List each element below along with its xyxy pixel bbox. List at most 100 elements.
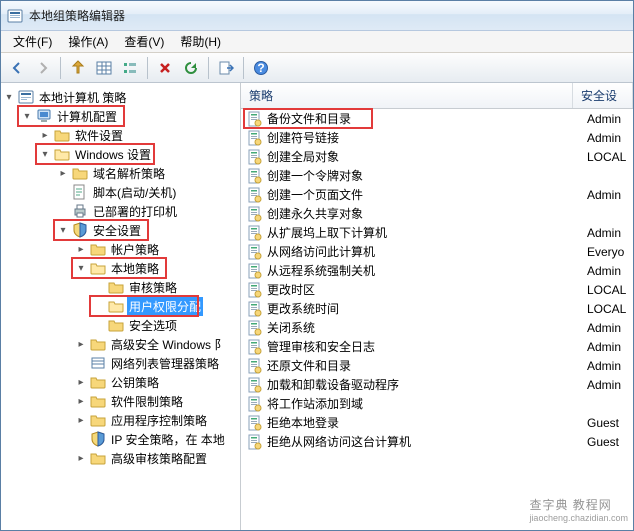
expand-icon[interactable]: ▸	[75, 243, 87, 255]
policy-security: Admin	[581, 359, 633, 373]
list-row[interactable]: 创建一个页面文件 Admin	[241, 185, 633, 204]
node-icon	[72, 203, 88, 219]
policy-name: 更改时区	[267, 281, 315, 298]
policy-security: Admin	[581, 340, 633, 354]
node-icon	[90, 393, 106, 409]
expand-icon[interactable]: ▾	[39, 148, 51, 160]
list-row[interactable]: 创建永久共享对象	[241, 204, 633, 223]
policy-security: Admin	[581, 378, 633, 392]
policy-icon	[247, 396, 263, 412]
expand-icon[interactable]: ▾	[3, 91, 15, 103]
policy-icon	[247, 187, 263, 203]
list-row[interactable]: 拒绝本地登录 Guest	[241, 413, 633, 432]
tree-node[interactable]: ▾ Windows 设置	[39, 145, 240, 163]
tree-node[interactable]: ▸ 软件限制策略	[75, 392, 240, 410]
tree-node[interactable]: 脚本(启动/关机)	[57, 183, 240, 201]
node-icon	[108, 298, 124, 314]
list-row[interactable]: 管理审核和安全日志 Admin	[241, 337, 633, 356]
list-row[interactable]: 关闭系统 Admin	[241, 318, 633, 337]
table-view-button[interactable]	[92, 56, 116, 80]
list-row[interactable]: 更改系统时间 LOCAL	[241, 299, 633, 318]
list-row[interactable]: 从远程系统强制关机 Admin	[241, 261, 633, 280]
expand-icon	[57, 186, 69, 198]
list-row[interactable]: 更改时区 LOCAL	[241, 280, 633, 299]
tree-node[interactable]: 审核策略	[93, 278, 240, 296]
expand-icon	[57, 205, 69, 217]
list-row[interactable]: 从扩展坞上取下计算机 Admin	[241, 223, 633, 242]
policy-name: 关闭系统	[267, 319, 315, 336]
policy-icon	[247, 339, 263, 355]
tree-node[interactable]: 网络列表管理器策略	[75, 354, 240, 372]
policy-icon	[247, 244, 263, 260]
refresh-button[interactable]	[179, 56, 203, 80]
tree-node[interactable]: ▸ 高级审核策略配置	[75, 449, 240, 467]
menu-view[interactable]: 查看(V)	[116, 31, 172, 52]
policy-security: Admin	[581, 264, 633, 278]
tree-node[interactable]: ▸ 域名解析策略	[57, 164, 240, 182]
policy-icon	[247, 320, 263, 336]
policy-name: 加载和卸载设备驱动程序	[267, 376, 399, 393]
svg-text:?: ?	[257, 61, 264, 75]
tree-node[interactable]: 用户权限分配	[93, 297, 240, 315]
delete-button[interactable]	[153, 56, 177, 80]
tree-label: 应用程序控制策略	[109, 411, 209, 430]
node-icon	[54, 127, 70, 143]
list-row[interactable]: 将工作站添加到域	[241, 394, 633, 413]
expand-icon[interactable]: ▾	[21, 110, 33, 122]
tree-node[interactable]: ▸ 公钥策略	[75, 373, 240, 391]
forward-button[interactable]	[31, 56, 55, 80]
policy-security: LOCAL	[581, 150, 633, 164]
column-security[interactable]: 安全设	[573, 83, 633, 108]
list-row[interactable]: 从网络访问此计算机 Everyo	[241, 242, 633, 261]
expand-icon[interactable]: ▸	[75, 452, 87, 464]
tree-label: 本地策略	[109, 259, 161, 278]
expand-icon[interactable]: ▾	[75, 262, 87, 274]
expand-icon[interactable]: ▸	[75, 376, 87, 388]
list-view-button[interactable]	[118, 56, 142, 80]
expand-icon	[75, 433, 87, 445]
help-button[interactable]: ?	[249, 56, 273, 80]
toolbar: ?	[1, 53, 633, 83]
tree-node[interactable]: ▸ 软件设置	[39, 126, 240, 144]
tree-node[interactable]: ▾ 计算机配置	[21, 107, 240, 125]
tree-node[interactable]: ▾ 本地策略	[75, 259, 240, 277]
list-pane[interactable]: 策略 安全设 备份文件和目录 Admin 创建符号链接 Admin 创建全局对象…	[241, 83, 633, 530]
menu-help[interactable]: 帮助(H)	[172, 31, 229, 52]
node-icon	[90, 241, 106, 257]
tree-label: 软件限制策略	[109, 392, 185, 411]
menu-file[interactable]: 文件(F)	[5, 31, 60, 52]
tree-node[interactable]: 安全选项	[93, 316, 240, 334]
export-button[interactable]	[214, 56, 238, 80]
tree-node[interactable]: ▸ 高级安全 Windows 阝	[75, 335, 240, 353]
tree-node[interactable]: ▸ 帐户策略	[75, 240, 240, 258]
expand-icon[interactable]: ▸	[75, 414, 87, 426]
list-row[interactable]: 创建全局对象 LOCAL	[241, 147, 633, 166]
up-button[interactable]	[66, 56, 90, 80]
node-icon	[90, 260, 106, 276]
tree-node[interactable]: ▾ 本地计算机 策略	[3, 88, 240, 106]
menu-action[interactable]: 操作(A)	[60, 31, 116, 52]
tree-node[interactable]: 已部署的打印机	[57, 202, 240, 220]
tree-node[interactable]: ▾ 安全设置	[57, 221, 240, 239]
policy-name: 创建永久共享对象	[267, 205, 363, 222]
column-policy[interactable]: 策略	[241, 83, 573, 108]
list-row[interactable]: 加载和卸载设备驱动程序 Admin	[241, 375, 633, 394]
list-row[interactable]: 拒绝从网络访问这台计算机 Guest	[241, 432, 633, 451]
expand-icon[interactable]: ▸	[75, 395, 87, 407]
tree-node[interactable]: IP 安全策略，在 本地	[75, 430, 240, 448]
tree-label: 已部署的打印机	[91, 202, 179, 221]
tree-node[interactable]: ▸ 应用程序控制策略	[75, 411, 240, 429]
expand-icon[interactable]: ▸	[39, 129, 51, 141]
expand-icon[interactable]: ▸	[57, 167, 69, 179]
expand-icon[interactable]: ▸	[75, 338, 87, 350]
list-row[interactable]: 创建一个令牌对象	[241, 166, 633, 185]
expand-icon[interactable]: ▾	[57, 224, 69, 236]
node-icon	[18, 89, 34, 105]
tree-pane[interactable]: ▾ 本地计算机 策略 ▾ 计算机配置 ▸ 软件设置 ▾ Windows 设置 ▸…	[1, 83, 241, 530]
list-row[interactable]: 还原文件和目录 Admin	[241, 356, 633, 375]
back-button[interactable]	[5, 56, 29, 80]
policy-icon	[247, 130, 263, 146]
node-icon	[36, 108, 52, 124]
list-row[interactable]: 创建符号链接 Admin	[241, 128, 633, 147]
list-row[interactable]: 备份文件和目录 Admin	[241, 109, 633, 128]
